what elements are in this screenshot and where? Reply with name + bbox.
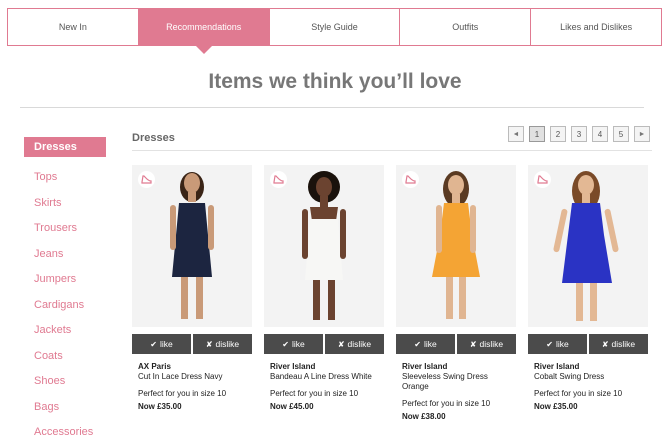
product-brand: River Island — [270, 362, 316, 371]
dislike-button[interactable]: ✘ dislike — [457, 334, 516, 354]
product-name[interactable]: Bandeau A Line Dress White — [270, 372, 384, 382]
product-grid: ✔ like ✘ dislike AX Paris Cut In Lace Dres… — [132, 165, 648, 422]
product-card: ✔ like ✘ dislike River Island Bandeau A Li… — [264, 165, 384, 422]
model-illustration — [170, 172, 214, 319]
sidebar-item-dresses[interactable]: Dresses — [24, 137, 106, 157]
product-card: ✔ like ✘ dislike River Island Sleeveless S… — [396, 165, 516, 422]
next-page-button[interactable]: ► — [634, 126, 650, 142]
tab-outfits[interactable]: Outfits — [400, 9, 532, 45]
page-1-button[interactable]: 1 — [529, 126, 545, 142]
product-price: Now £35.00 — [138, 402, 182, 411]
sidebar-item-jeans[interactable]: Jeans — [24, 244, 106, 270]
title-divider — [20, 107, 644, 108]
section-divider — [132, 150, 652, 151]
like-button[interactable]: ✔ like — [132, 334, 191, 354]
model-illustration — [553, 171, 619, 321]
product-fit: Perfect for you in size 10 — [534, 389, 623, 398]
sidebar-item-shoes[interactable]: Shoes — [24, 371, 106, 397]
dislike-label: dislike — [347, 339, 372, 349]
page-5-button[interactable]: 5 — [613, 126, 629, 142]
sidebar-item-trousers[interactable]: Trousers — [24, 218, 106, 244]
check-icon: ✔ — [414, 339, 421, 349]
dislike-button[interactable]: ✘ dislike — [193, 334, 252, 354]
product-price: Now £35.00 — [534, 402, 578, 411]
sidebar-item-cardigans[interactable]: Cardigans — [24, 295, 106, 321]
like-label: like — [423, 339, 437, 349]
check-icon: ✔ — [150, 339, 157, 349]
page-2-button[interactable]: 2 — [550, 126, 566, 142]
product-name[interactable]: Cobalt Swing Dress — [534, 372, 648, 382]
sidebar-item-tops[interactable]: Tops — [24, 167, 106, 193]
product-brand: River Island — [534, 362, 580, 371]
sidebar-item-jackets[interactable]: Jackets — [24, 320, 106, 346]
check-icon: ✔ — [282, 339, 289, 349]
category-sidebar: Dresses Tops Skirts Trousers Jeans Jumpe… — [24, 137, 106, 444]
product-fit: Perfect for you in size 10 — [270, 389, 359, 398]
cross-icon: ✘ — [469, 339, 477, 349]
product-name[interactable]: Cut In Lace Dress Navy — [138, 372, 252, 382]
product-fit: Perfect for you in size 10 — [402, 399, 491, 408]
sidebar-item-coats[interactable]: Coats — [24, 346, 106, 372]
tab-new-in[interactable]: New In — [8, 9, 139, 45]
prev-page-button[interactable]: ◄ — [508, 126, 524, 142]
like-label: like — [555, 339, 569, 349]
top-nav-tabs: New In Recommendations Style Guide Outfi… — [7, 8, 662, 54]
heel-shoe-icon — [270, 171, 287, 188]
product-brand: AX Paris — [138, 362, 171, 371]
tab-style-guide[interactable]: Style Guide — [269, 9, 401, 45]
sidebar-item-accessories[interactable]: Accessories — [24, 422, 106, 444]
product-name[interactable]: Sleeveless Swing Dress Orange — [402, 372, 516, 392]
heel-shoe-icon — [138, 171, 155, 188]
product-image[interactable] — [396, 165, 516, 327]
dislike-button[interactable]: ✘ dislike — [589, 334, 648, 354]
dislike-button[interactable]: ✘ dislike — [325, 334, 384, 354]
dislike-label: dislike — [215, 339, 240, 349]
like-label: like — [159, 339, 173, 349]
product-image[interactable] — [528, 165, 648, 327]
dislike-label: dislike — [611, 339, 636, 349]
tab-recommendations[interactable]: Recommendations — [138, 9, 270, 54]
product-card: ✔ like ✘ dislike AX Paris Cut In Lace Dres… — [132, 165, 252, 422]
cross-icon: ✘ — [337, 339, 345, 349]
product-price: Now £45.00 — [270, 402, 314, 411]
heel-shoe-icon — [534, 171, 551, 188]
product-brand: River Island — [402, 362, 448, 371]
model-illustration — [432, 171, 480, 319]
like-button[interactable]: ✔ like — [264, 334, 323, 354]
check-icon: ✔ — [546, 339, 553, 349]
product-fit: Perfect for you in size 10 — [138, 389, 227, 398]
pagination: ◄ 1 2 3 4 5 ► — [508, 126, 650, 142]
sidebar-item-jumpers[interactable]: Jumpers — [24, 269, 106, 295]
cross-icon: ✘ — [205, 339, 213, 349]
page-3-button[interactable]: 3 — [571, 126, 587, 142]
product-price: Now £38.00 — [402, 412, 446, 421]
model-illustration — [302, 171, 346, 320]
sidebar-item-skirts[interactable]: Skirts — [24, 193, 106, 219]
like-label: like — [291, 339, 305, 349]
like-button[interactable]: ✔ like — [396, 334, 455, 354]
cross-icon: ✘ — [601, 339, 609, 349]
dislike-label: dislike — [479, 339, 504, 349]
product-image[interactable] — [264, 165, 384, 327]
page-title: Items we think you’ll love — [208, 70, 462, 93]
section-title: Dresses — [132, 132, 175, 144]
sidebar-item-bags[interactable]: Bags — [24, 397, 106, 423]
product-card: ✔ like ✘ dislike River Island Cobalt Swing… — [528, 165, 648, 422]
product-image[interactable] — [132, 165, 252, 327]
heel-shoe-icon — [402, 171, 419, 188]
tab-likes-and-dislikes[interactable]: Likes and Dislikes — [531, 9, 661, 45]
page-4-button[interactable]: 4 — [592, 126, 608, 142]
like-button[interactable]: ✔ like — [528, 334, 587, 354]
